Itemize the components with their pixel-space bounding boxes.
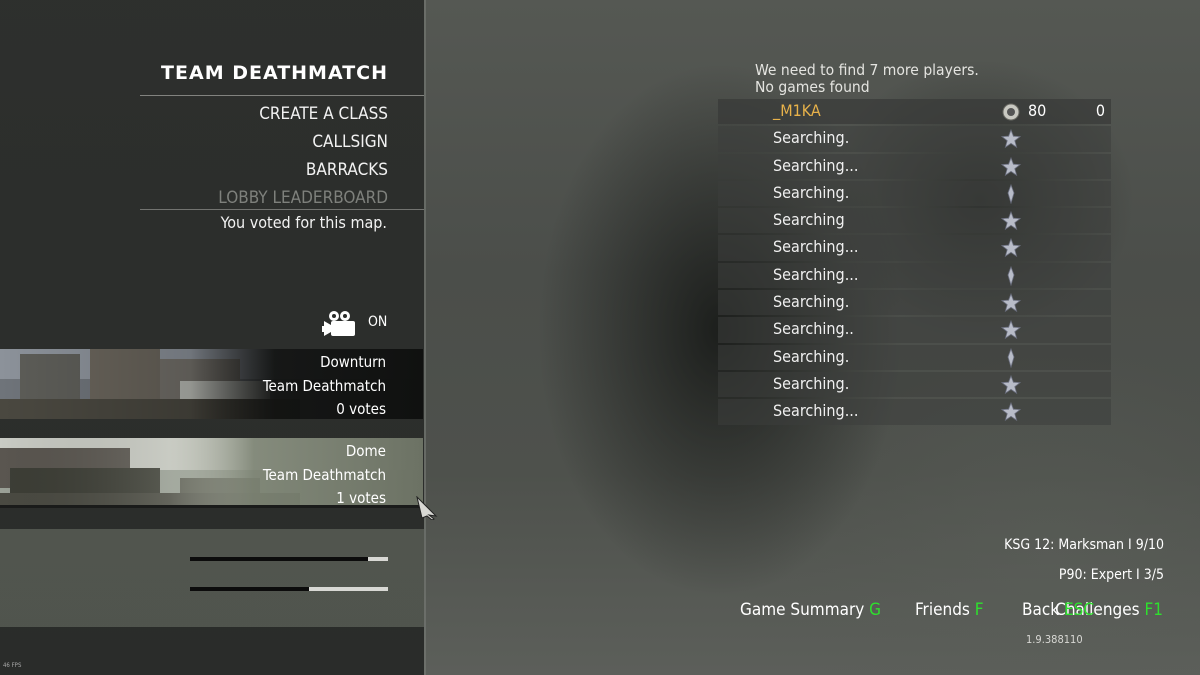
rank-star-icon [1007,265,1015,286]
lobby-row-searching[interactable]: Searching. [718,371,1111,398]
rank-star-icon [1001,374,1021,395]
challenge-p90: P90: Expert I 3/5 [1058,567,1164,583]
main-menu: CREATE A CLASS CALLSIGN BARRACKS LOBBY L… [218,100,388,212]
fps-counter: 46 FPS [3,662,22,669]
mouse-cursor-icon [416,496,438,520]
lobby-status-games: No games found [755,78,870,96]
rank-star-icon [1007,183,1015,204]
lobby-row-searching[interactable]: Searching... [718,153,1111,180]
friends-key: F [974,600,984,620]
map-name: Dome [345,442,386,460]
challenge-ksg12: KSG 12: Marksman I 9/10 [1004,537,1164,553]
panel-divider [424,0,426,675]
lobby-row-searching[interactable]: Searching. [718,344,1111,371]
player-name: Searching. [773,128,850,148]
rank-star-icon [1001,293,1021,313]
lobby-row-self[interactable]: _M1KA 80 0 [718,98,1111,125]
challenges-panel [0,529,424,627]
back-key: ESC [1064,600,1095,620]
lobby-status: We need to find 7 more players. No games… [755,62,979,96]
player-name: Searching. [773,182,850,202]
player-name: Searching [773,210,845,230]
lobby-status-players-needed: We need to find 7 more players. [755,61,979,79]
player-name: Searching... [773,264,859,284]
lobby-player-list: _M1KA 80 0 Searching. Searching... Searching.… [718,98,1111,426]
challenge-progress-p90 [190,587,388,591]
lobby-row-searching[interactable]: Searching [718,207,1111,234]
title-divider [140,95,424,96]
player-name: Searching... [773,401,859,421]
player-score: 0 [1095,101,1105,120]
game-summary-button[interactable]: Game Summary G [740,600,881,620]
rank-star-icon [1007,347,1015,368]
challenge-progress-fill [190,587,309,591]
barracks-button[interactable]: BARRACKS [218,156,388,184]
map-mode: Team Deathmatch [262,376,386,395]
menu-divider [140,209,424,210]
map-votes: 1 votes [336,489,386,507]
map-vote-card-dome[interactable]: Dome Team Deathmatch 1 votes [0,438,423,508]
rank-star-icon [1001,156,1021,176]
game-summary-key: G [869,600,882,620]
rank-star-icon [1001,129,1021,149]
challenge-progress-fill [190,557,369,561]
rank-star-icon [1001,402,1021,422]
player-name: Searching... [773,155,859,175]
map-vote-card-downturn[interactable]: Downturn Team Deathmatch 0 votes [0,349,423,419]
lobby-row-searching[interactable]: Searching.. [718,316,1111,343]
challenges-key: F1 [1144,600,1163,620]
movie-camera-icon[interactable] [322,310,360,338]
challenge-progress-ksg12 [190,557,388,561]
rank-star-icon [1001,320,1021,340]
playlist-title: TEAM DEATHMATCH [161,62,388,84]
player-name: Searching. [773,373,850,393]
player-level: 80 [1028,101,1047,120]
lobby-row-searching[interactable]: Searching. [718,180,1111,207]
map-mode: Team Deathmatch [262,465,386,484]
lobby-row-searching[interactable]: Searching. [718,289,1111,316]
map-info-downturn: Downturn Team Deathmatch 0 votes [263,351,386,419]
back-button[interactable]: Back ESC [1022,600,1094,620]
player-name: Searching. [773,346,850,366]
prestige-emblem-icon [1002,103,1020,121]
player-name: Searching. [773,292,850,312]
player-name: Searching.. [773,319,854,339]
lobby-row-searching[interactable]: Searching... [718,398,1111,425]
lobby-row-searching[interactable]: Searching. [718,125,1111,152]
map-name: Downturn [320,353,386,371]
game-summary-label: Game Summary [740,600,865,620]
lobby-row-searching[interactable]: Searching... [718,262,1111,289]
map-votes: 0 votes [336,400,386,418]
friends-button[interactable]: Friends F [915,600,984,620]
friends-label: Friends [915,600,970,620]
rank-star-icon [1001,238,1021,258]
callsign-button[interactable]: CALLSIGN [218,128,388,156]
vote-note: You voted for this map. [220,213,387,232]
back-label: Back [1022,600,1060,620]
player-name: Searching... [773,237,859,257]
lobby-leaderboard-button: LOBBY LEADERBOARD [218,188,388,208]
lobby-row-searching[interactable]: Searching... [718,234,1111,261]
create-a-class-button[interactable]: CREATE A CLASS [218,100,388,128]
camera-status: ON [368,314,388,330]
player-name: _M1KA [773,101,821,120]
map-info-dome: Dome Team Deathmatch 1 votes [263,440,386,508]
version-label: 1.9.388110 [1026,633,1083,646]
rank-star-icon [1001,211,1021,231]
